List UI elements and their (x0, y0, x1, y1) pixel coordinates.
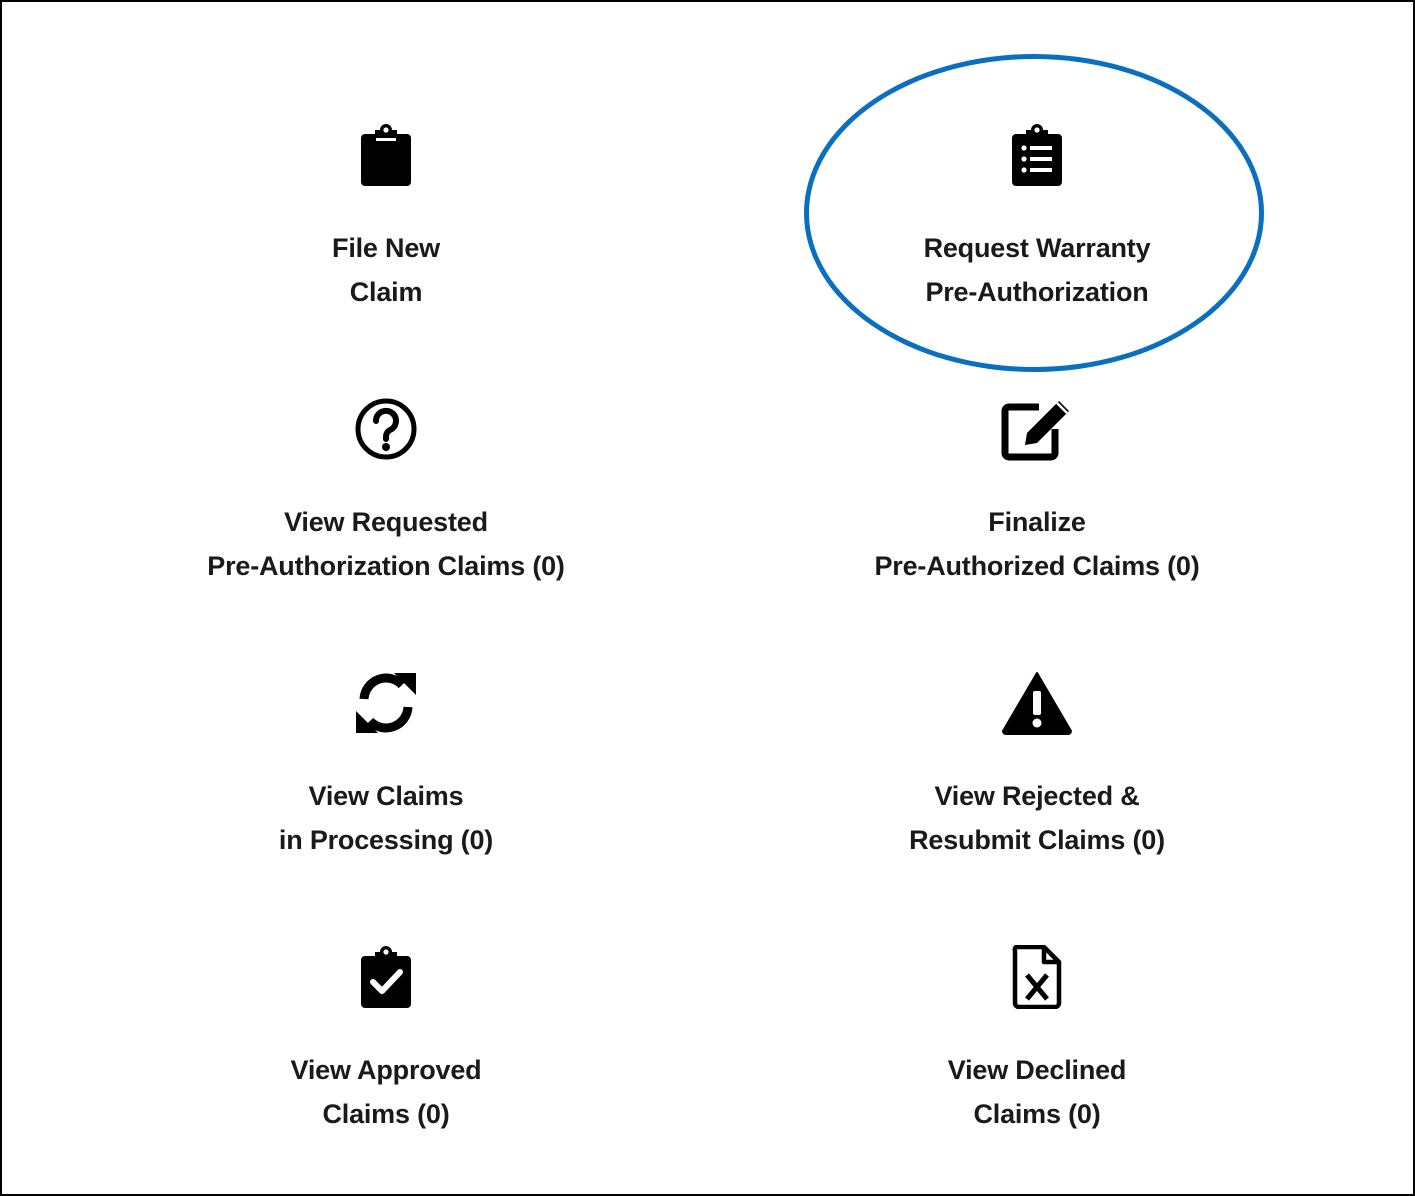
tile-label: File New Claim (126, 226, 646, 314)
file-new-claim-tile[interactable]: File New Claim (126, 120, 646, 314)
finalize-preauthorized-claims-tile[interactable]: Finalize Pre-Authorized Claims (0) (777, 394, 1297, 588)
question-circle-icon (126, 394, 646, 464)
clipboard-list-icon (777, 120, 1297, 190)
warning-icon (777, 668, 1297, 738)
claims-menu-panel: File New Claim Request Warranty Pre-Auth… (0, 0, 1415, 1196)
tile-label-line1: View Claims (308, 781, 464, 811)
clipboard-icon (126, 120, 646, 190)
tile-label-line2: Claim (349, 277, 423, 307)
request-warranty-preauth-tile[interactable]: Request Warranty Pre-Authorization (777, 120, 1297, 314)
tile-label-line1: Request Warranty (923, 233, 1151, 263)
tile-label-line2: Pre-Authorization Claims (0) (207, 551, 565, 581)
tile-label-line1: Finalize (988, 507, 1086, 537)
tile-label-line2: Claims (0) (322, 1099, 450, 1129)
sync-icon (126, 668, 646, 738)
tile-label-line2: Resubmit Claims (0) (909, 825, 1165, 855)
edit-icon (777, 394, 1297, 464)
tile-label: View Declined Claims (0) (777, 1048, 1297, 1136)
file-excel-icon (777, 942, 1297, 1012)
tile-label: View Claims in Processing (0) (126, 774, 646, 862)
view-rejected-resubmit-claims-tile[interactable]: View Rejected & Resubmit Claims (0) (777, 668, 1297, 862)
view-declined-claims-tile[interactable]: View Declined Claims (0) (777, 942, 1297, 1136)
tile-label: View Approved Claims (0) (126, 1048, 646, 1136)
tile-label-line1: View Rejected & (934, 781, 1140, 811)
tile-label: View Requested Pre-Authorization Claims … (126, 500, 646, 588)
tile-label-line1: File New (332, 233, 440, 263)
tile-label-line2: Claims (0) (973, 1099, 1101, 1129)
tile-label-line2: in Processing (0) (278, 825, 494, 855)
tile-label-line1: View Requested (284, 507, 488, 537)
tile-label-line2: Pre-Authorized Claims (0) (874, 551, 1200, 581)
tile-label: Finalize Pre-Authorized Claims (0) (777, 500, 1297, 588)
tile-label: Request Warranty Pre-Authorization (777, 226, 1297, 314)
tile-label: View Rejected & Resubmit Claims (0) (777, 774, 1297, 862)
view-requested-preauth-claims-tile[interactable]: View Requested Pre-Authorization Claims … (126, 394, 646, 588)
view-claims-in-processing-tile[interactable]: View Claims in Processing (0) (126, 668, 646, 862)
tile-label-line2: Pre-Authorization (925, 277, 1149, 307)
tile-label-line1: View Declined (947, 1055, 1127, 1085)
clipboard-check-icon (126, 942, 646, 1012)
tile-label-line1: View Approved (290, 1055, 482, 1085)
view-approved-claims-tile[interactable]: View Approved Claims (0) (126, 942, 646, 1136)
